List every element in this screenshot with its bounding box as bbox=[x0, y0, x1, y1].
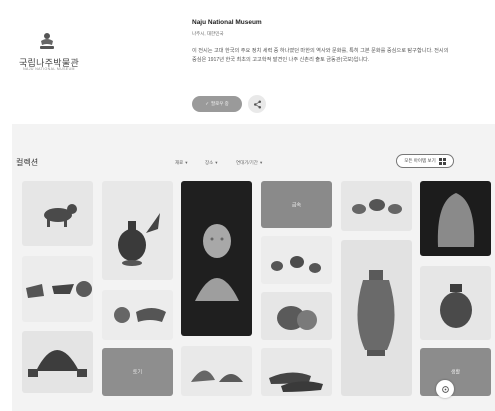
location-text: 나주시, 대한민국 bbox=[192, 31, 224, 36]
tile-label: 금속 bbox=[291, 202, 302, 208]
artifact-tile[interactable] bbox=[181, 346, 252, 396]
collection-title: 컬렉션 bbox=[16, 158, 39, 167]
artifact-tile-category[interactable]: 금속 bbox=[261, 181, 332, 228]
shoes-image bbox=[269, 372, 323, 392]
museum-logo-icon bbox=[36, 30, 58, 52]
metal-fragments-image bbox=[26, 281, 92, 298]
artifact-tile[interactable] bbox=[181, 181, 252, 336]
artifact-tile[interactable] bbox=[341, 240, 412, 396]
caret-down-icon: ▾ bbox=[185, 160, 188, 165]
cups-image bbox=[352, 199, 402, 214]
zoom-icon bbox=[441, 385, 449, 393]
artifact-tile[interactable] bbox=[22, 181, 93, 246]
artifact-tile[interactable] bbox=[22, 256, 93, 322]
follow-label: 팔로우 중 bbox=[210, 101, 229, 106]
filter-period-label: 연대기/기간 bbox=[236, 160, 258, 165]
caret-down-icon: ▾ bbox=[259, 160, 263, 165]
jar-image bbox=[440, 284, 472, 328]
duck-vessel-image bbox=[118, 213, 160, 266]
grid-icon bbox=[438, 157, 446, 165]
share-icon bbox=[253, 100, 261, 108]
stone-figure-image bbox=[437, 193, 475, 247]
tile-label: 생활 bbox=[450, 369, 461, 376]
zoom-button[interactable] bbox=[436, 380, 454, 398]
tile-label: 토기 bbox=[132, 369, 143, 376]
share-button[interactable] bbox=[248, 95, 266, 113]
view-all-button[interactable]: 모든 아이템 보기 bbox=[396, 154, 454, 168]
filter-place[interactable]: 장소 ▾ bbox=[205, 160, 218, 166]
artifact-tile[interactable] bbox=[420, 266, 491, 340]
artifact-tile[interactable] bbox=[102, 181, 173, 280]
museum-logo-subtitle: NAJU NATIONAL MUSEUM bbox=[23, 67, 75, 71]
vase-image bbox=[357, 270, 395, 356]
caret-down-icon: ▾ bbox=[215, 160, 218, 165]
check-icon: ✓ bbox=[205, 101, 209, 106]
stone-bust-image bbox=[195, 224, 239, 301]
page-title: Naju National Museum bbox=[192, 19, 262, 26]
filter-material-label: 재료 bbox=[175, 160, 184, 165]
museum-description: 이 전시는 고대 한국의 주요 정치 세력 중 하나였던 마한의 역사와 문화를… bbox=[192, 48, 449, 63]
artifact-tile-category[interactable]: 생활 bbox=[420, 348, 491, 396]
view-all-label: 모든 아이템 보기 bbox=[404, 158, 436, 163]
pottery-shards-image bbox=[114, 307, 166, 323]
artifact-tile[interactable] bbox=[341, 181, 412, 231]
artifact-tile[interactable] bbox=[261, 292, 332, 340]
artifact-tile[interactable] bbox=[420, 181, 491, 256]
animal-figurine-image bbox=[44, 204, 77, 227]
artifact-tile[interactable] bbox=[102, 290, 173, 340]
artifact-tile-category[interactable]: 토기 bbox=[102, 348, 173, 396]
artifact-tile[interactable] bbox=[261, 236, 332, 284]
broken-vessel-image bbox=[191, 370, 243, 382]
filter-period[interactable]: 연대기/기간 ▾ bbox=[236, 160, 262, 166]
follow-button[interactable]: ✓ 팔로우 중 bbox=[192, 96, 242, 112]
artifact-tile[interactable] bbox=[22, 331, 93, 393]
bronze-bowl-image bbox=[28, 350, 87, 377]
filter-place-label: 장소 bbox=[205, 160, 214, 165]
artifact-tile[interactable] bbox=[261, 348, 332, 396]
small-pots-image bbox=[271, 256, 321, 273]
round-jar-image bbox=[277, 306, 317, 330]
filter-material[interactable]: 재료 ▾ bbox=[175, 160, 188, 166]
